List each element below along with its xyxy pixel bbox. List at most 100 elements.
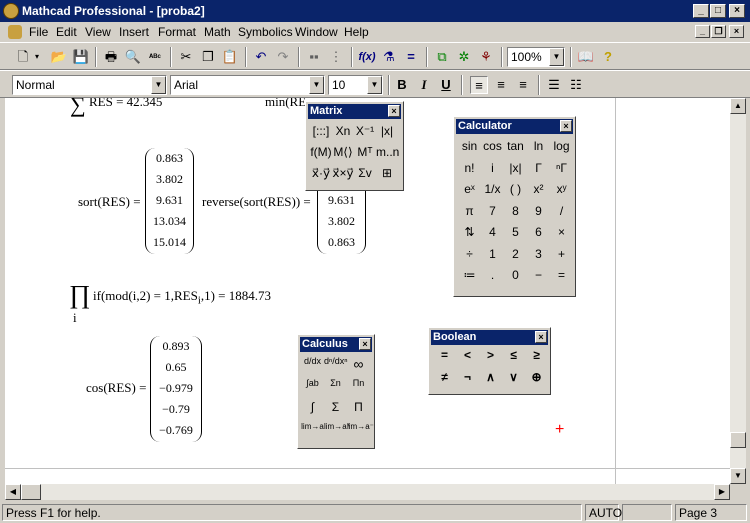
product-button[interactable]: Πn [347,378,370,400]
document-icon[interactable] [8,25,22,39]
bullets-icon[interactable]: ☰ [545,76,563,94]
reverse-label[interactable]: reverse(sort(RES)) = [202,194,311,210]
calc-imaginary-button[interactable]: i [481,161,504,183]
close-icon[interactable]: × [388,105,400,117]
font-size-select[interactable]: 10 ▼ [328,75,383,95]
calc-abs-button[interactable]: |x| [504,161,527,183]
bool-less-equal-button[interactable]: ≤ [502,348,525,370]
calc-9-button[interactable]: 9 [527,204,550,226]
calc-square-button[interactable]: x² [527,182,550,204]
top-right-expression[interactable]: min(RE [265,98,306,110]
cross-product-button[interactable]: x⃗×y⃗ [332,166,354,187]
product-expression[interactable]: if(mod(i,2) = 1,RESi,1) = 1884.73 [93,288,271,307]
copy-icon[interactable]: ❐ [199,48,217,66]
nth-derivative-button[interactable]: dⁿ/dxⁿ [324,356,348,378]
doc-restore-button[interactable]: ❐ [711,25,726,38]
calc-divide-button[interactable]: / [550,204,573,226]
calc-3-button[interactable]: 3 [527,247,550,269]
bool-greater-equal-button[interactable]: ≥ [525,348,548,370]
calc-exp-button[interactable]: eˣ [458,182,481,204]
boolean-palette-title[interactable]: Boolean × [431,330,548,345]
bool-not-button[interactable]: ¬ [456,370,479,392]
calc-sin-button[interactable]: sin [458,139,481,161]
cut-icon[interactable]: ✂ [177,48,195,66]
calc-8-button[interactable]: 8 [504,204,527,226]
bool-and-button[interactable]: ∧ [479,370,502,392]
align-center-icon[interactable]: ≡ [492,76,510,94]
vectorize-button[interactable]: f(M) [310,145,332,166]
bool-xor-button[interactable]: ⊕ [525,370,548,392]
open-icon[interactable]: 📂 [50,48,68,66]
scroll-up-icon[interactable]: ▲ [730,98,746,114]
picture-button[interactable]: ⊞ [376,166,398,187]
scroll-right-icon[interactable]: ▶ [714,484,730,500]
matrix-palette-title[interactable]: Matrix × [308,104,401,119]
calc-parens-button[interactable]: ( ) [504,182,527,204]
insert-function-icon[interactable]: f(x) [358,48,376,66]
calculator-palette-title[interactable]: Calculator × [456,119,573,134]
scroll-thumb[interactable] [730,432,746,448]
italic-button[interactable]: I [415,76,433,94]
vector-sum-button[interactable]: Σv [354,166,376,187]
chevron-down-icon[interactable]: ▼ [549,48,564,66]
cos-label[interactable]: cos(RES) = [86,380,146,396]
resource-center-icon[interactable]: 📖 [577,48,595,66]
calc-plus-button[interactable]: + [550,247,573,269]
bool-not-equal-button[interactable]: ≠ [433,370,456,392]
range-sum-button[interactable]: Σ [324,400,347,422]
close-icon[interactable]: × [359,338,371,350]
calc-mixed-number-button[interactable]: ⇅ [458,225,481,247]
vertical-scrollbar[interactable]: ▲ ▼ [730,98,746,484]
help-icon[interactable]: ? [599,48,617,66]
scroll-left-icon[interactable]: ◀ [5,484,21,500]
top-expression[interactable]: RES = 42.345 [89,98,162,110]
align-down-icon[interactable]: ⋮ [327,48,345,66]
calc-1-button[interactable]: 1 [481,247,504,269]
calc-4-button[interactable]: 4 [481,225,504,247]
bool-equal-button[interactable]: = [433,348,456,370]
infinity-button[interactable]: ∞ [347,356,370,378]
limit-button[interactable]: lim→a [301,422,324,444]
close-icon[interactable]: × [535,331,547,343]
calc-7-button[interactable]: 7 [481,204,504,226]
derivative-button[interactable]: d/dx [301,356,324,378]
minimize-button[interactable]: _ [693,4,709,18]
calc-6-button[interactable]: 6 [527,225,550,247]
menu-symbolics[interactable]: Symbolics [238,25,293,39]
horizontal-scrollbar[interactable]: ◀ ▶ [5,484,730,500]
close-button[interactable]: × [729,4,745,18]
scroll-thumb[interactable] [21,484,41,500]
column-button[interactable]: M⟨⟩ [332,145,354,166]
calc-ln-button[interactable]: ln [527,139,550,161]
align-right-icon[interactable]: ≡ [514,76,532,94]
calc-multiply-button[interactable]: × [550,225,573,247]
zoom-select[interactable]: 100% ▼ [507,47,565,67]
run-mathconnex-icon[interactable]: ✲ [455,48,473,66]
numbering-icon[interactable]: ☷ [567,76,585,94]
dot-product-button[interactable]: x⃗·y⃗ [310,166,332,187]
right-limit-button[interactable]: lim→a⁺ [324,422,351,444]
calc-pi-button[interactable]: π [458,204,481,226]
indefinite-integral-button[interactable]: ∫ [301,400,324,422]
menu-window[interactable]: Window [295,25,338,39]
print-preview-icon[interactable]: 🔍 [124,48,142,66]
transpose-button[interactable]: Mᵀ [354,145,376,166]
matrix-insert-button[interactable]: [:::] [310,124,332,145]
calc-power-button[interactable]: xʸ [550,182,573,204]
calc-log-button[interactable]: log [550,139,573,161]
calc-define-button[interactable]: ≔ [458,268,481,290]
new-dropdown-icon[interactable]: ▾ [32,48,42,66]
chevron-down-icon[interactable]: ▼ [151,76,166,94]
menu-format[interactable]: Format [158,25,196,39]
calc-nthroot-button[interactable]: ⁿΓ [550,161,573,183]
left-limit-button[interactable]: lim→a⁻ [347,422,374,444]
range-button[interactable]: m..n [376,145,399,166]
scroll-down-icon[interactable]: ▼ [730,468,746,484]
network-icon[interactable]: ⚘ [477,48,495,66]
calc-decimal-button[interactable]: . [481,268,504,290]
summation-button[interactable]: Σn [324,378,347,400]
determinant-button[interactable]: |x| [376,124,398,145]
definite-integral-button[interactable]: ∫ab [301,378,324,400]
underline-button[interactable]: U [437,76,455,94]
calc-0-button[interactable]: 0 [504,268,527,290]
